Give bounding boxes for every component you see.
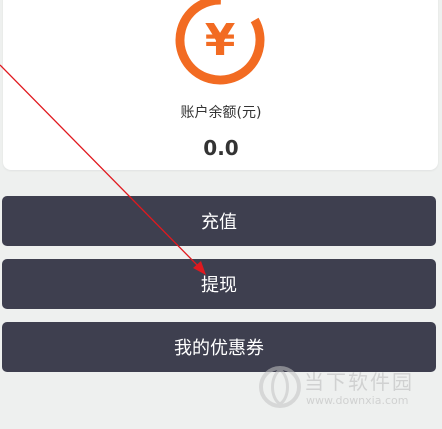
withdraw-button[interactable]: 提现 — [2, 259, 436, 309]
yen-icon: ¥ — [175, 0, 265, 85]
watermark-logo-icon — [259, 366, 301, 408]
yen-glyph: ¥ — [205, 15, 236, 66]
watermark: 当下软件园 www.downxia.com — [258, 362, 438, 422]
recharge-button[interactable]: 充值 — [2, 196, 436, 246]
balance-value: 0.0 — [203, 136, 239, 160]
watermark-title: 当下软件园 — [304, 370, 414, 394]
balance-label: 账户余额(元) — [180, 105, 262, 121]
watermark-url: www.downxia.com — [306, 394, 409, 407]
